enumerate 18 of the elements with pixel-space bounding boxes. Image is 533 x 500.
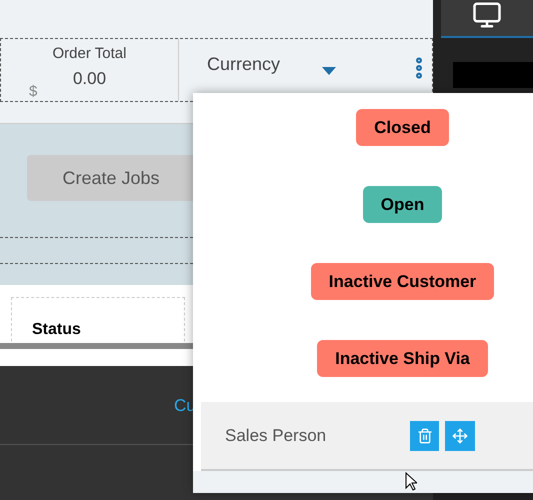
delete-button[interactable]	[410, 420, 439, 450]
status-badge: Inactive Customer	[310, 263, 494, 300]
move-icon	[452, 428, 468, 444]
field-label: Sales Person	[225, 424, 328, 447]
status-label: Status	[32, 321, 81, 338]
status-badge: Open	[362, 186, 442, 223]
cursor-icon	[405, 472, 417, 491]
move-button[interactable]	[445, 420, 475, 450]
dropdown-caret-icon[interactable]	[322, 67, 336, 75]
order-total-value: 0.00	[72, 68, 106, 90]
column-label: Currency	[206, 53, 280, 76]
monitor-icon[interactable]	[472, 0, 502, 30]
column-label: Order Total	[52, 44, 126, 64]
status-badge: Inactive Ship Via	[317, 340, 488, 377]
currency-symbol: $	[29, 82, 38, 102]
trash-icon	[416, 428, 432, 444]
status-badge: Closed	[356, 109, 449, 146]
create-jobs-button[interactable]: Create Jobs	[27, 155, 195, 201]
